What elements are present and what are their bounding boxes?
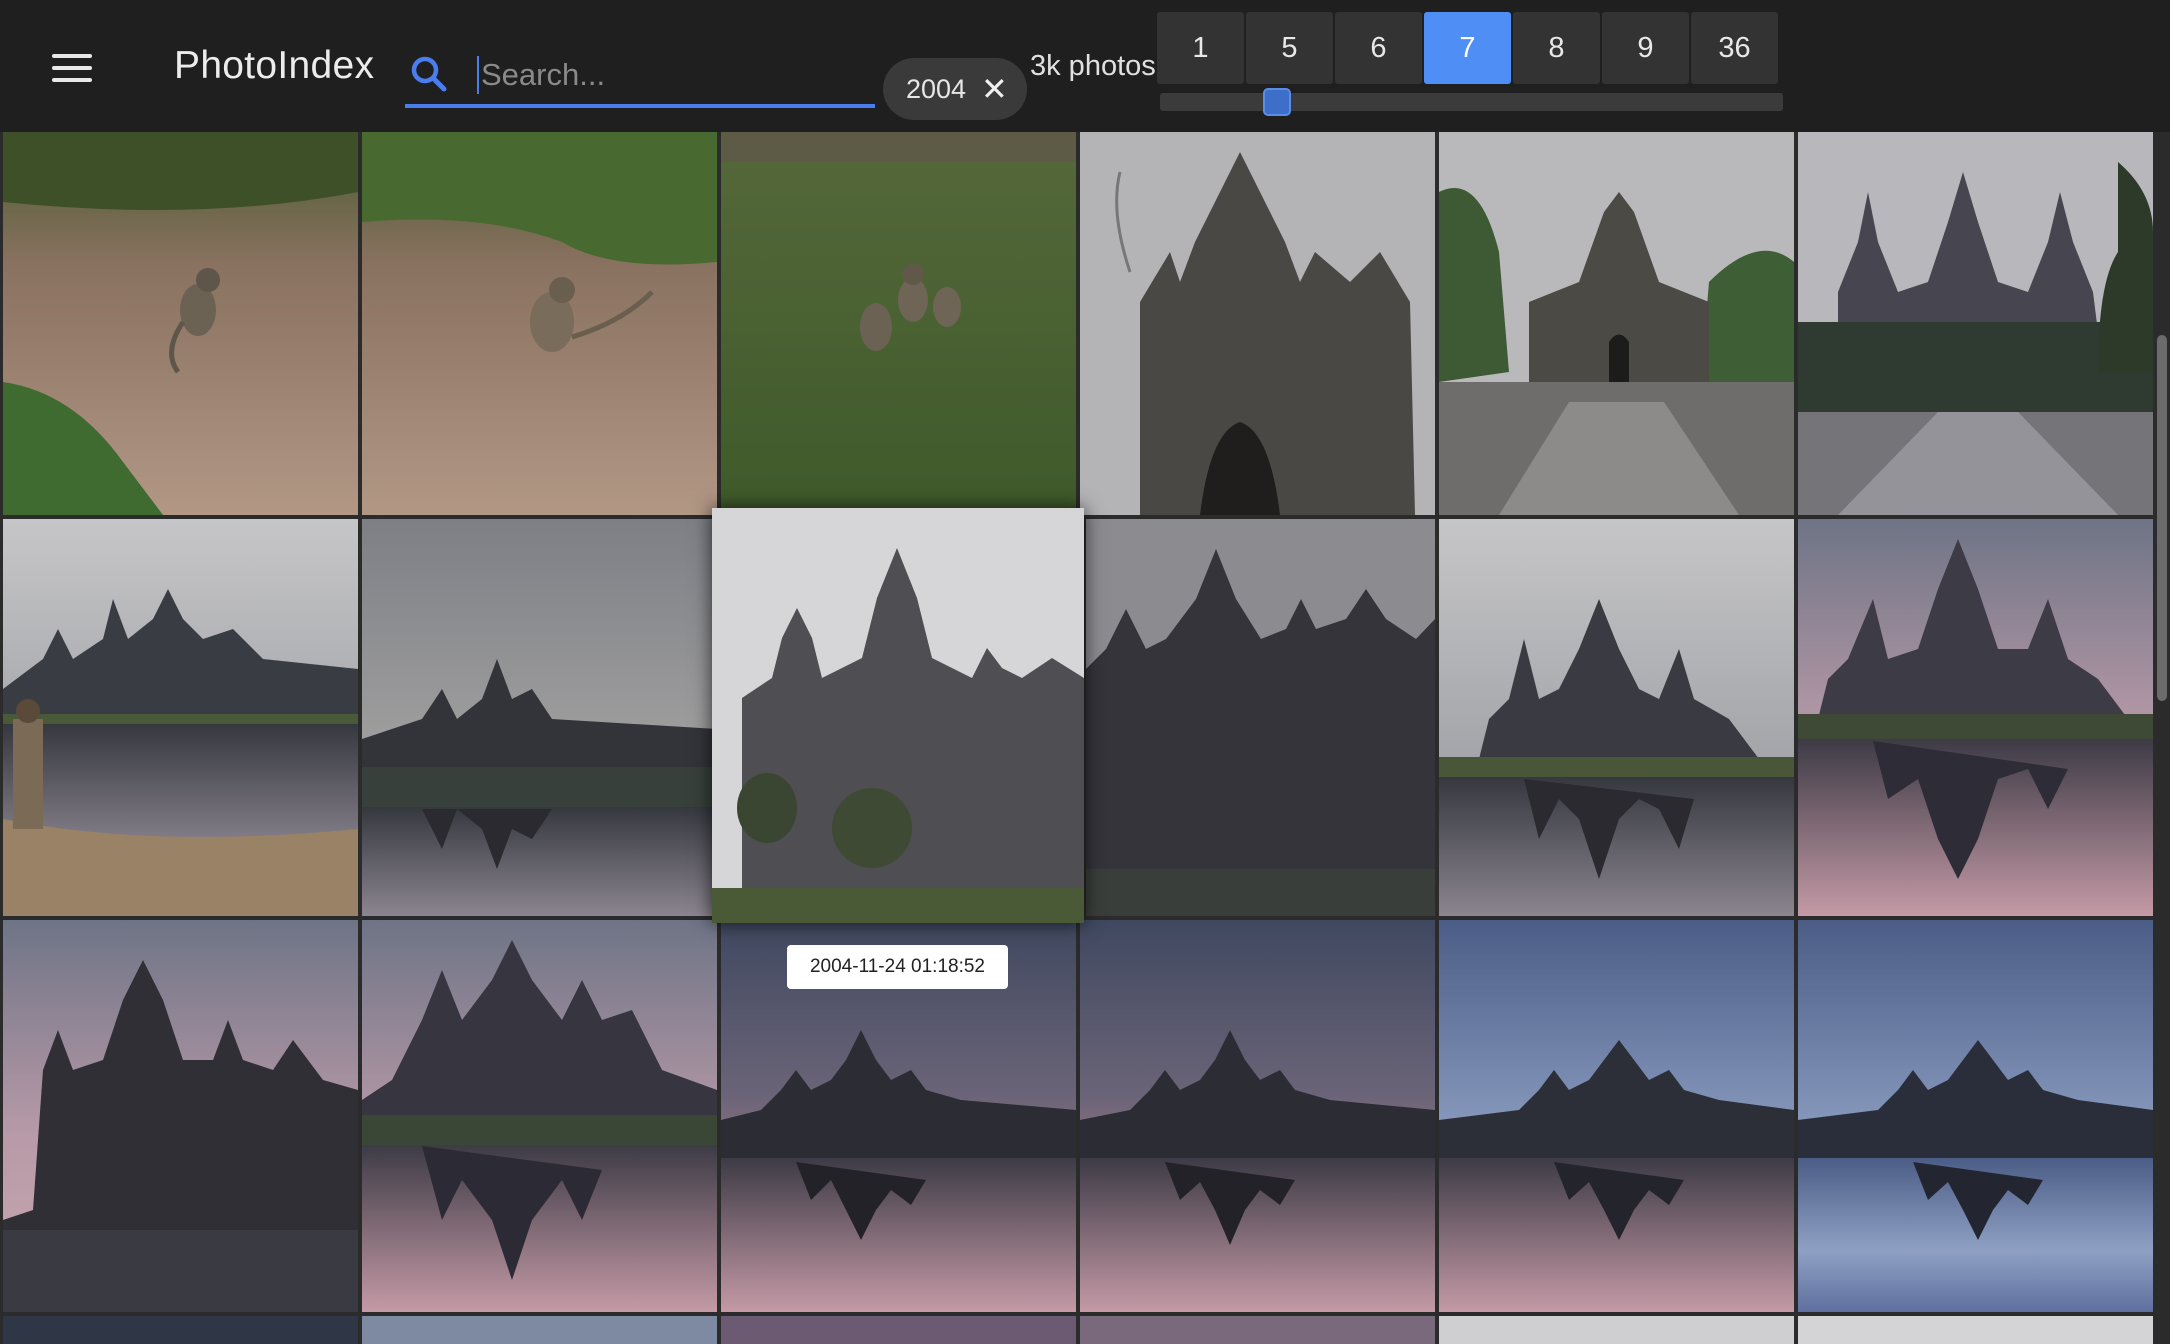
photo-thumbnail[interactable]	[1798, 920, 2153, 1312]
photo-thumbnail[interactable]	[1798, 1316, 2153, 1344]
photo-thumbnail[interactable]	[1798, 519, 2153, 916]
photo-thumbnail[interactable]	[3, 132, 358, 515]
scrollbar-thumb[interactable]	[2157, 335, 2167, 701]
photo-thumbnail[interactable]	[362, 1316, 717, 1344]
zoom-level-7-button[interactable]: 7	[1424, 12, 1511, 84]
zoom-level-36-button[interactable]: 36	[1691, 12, 1778, 84]
search-box[interactable]	[405, 48, 875, 108]
photo-person-pond	[3, 519, 358, 916]
photo-thumbnail[interactable]	[3, 519, 358, 916]
photo-count: 3k photos	[1030, 50, 1156, 82]
search-input[interactable]	[481, 54, 861, 96]
photo-thumbnail[interactable]	[1080, 132, 1435, 515]
photo-thumbnail[interactable]	[1798, 132, 2153, 515]
photo-temple-reflection-grey	[1439, 519, 1794, 916]
photo-thumbnail[interactable]	[3, 920, 358, 1312]
hamburger-menu-icon[interactable]	[52, 54, 92, 84]
photo-thumbnail[interactable]	[1439, 132, 1794, 515]
photo-temple-silhouette-pink	[3, 920, 358, 1312]
close-icon[interactable]: ✕	[981, 70, 1008, 108]
photo-temple-reflection-pink-water	[362, 920, 717, 1312]
photo-temple-reflection-dusk	[362, 519, 717, 916]
scrollbar-track[interactable]	[2154, 132, 2170, 1344]
year-filter-chip[interactable]: 2004 ✕	[883, 58, 1027, 120]
photo-thumbnail[interactable]	[1439, 920, 1794, 1312]
photo-thumbnail[interactable]	[1439, 1316, 1794, 1344]
photo-temple-reflection-pink	[1798, 519, 2153, 916]
photo-thumbnail[interactable]	[1080, 1316, 1435, 1344]
zoom-level-5-button[interactable]: 5	[1246, 12, 1333, 84]
photo-sunrise-blue-sky	[1439, 920, 1794, 1312]
zoom-slider-handle[interactable]	[1263, 88, 1291, 116]
photo-monkey-sitting	[362, 132, 717, 515]
photo-monkey-dirt	[3, 132, 358, 515]
photo-thumbnail[interactable]	[362, 920, 717, 1312]
photo-thumbnail-hovered[interactable]	[712, 508, 1084, 923]
photo-dark-temple-silhouette	[1086, 519, 1435, 916]
zoom-level-1-button[interactable]: 1	[1157, 12, 1244, 84]
photo-thumbnail[interactable]	[1080, 920, 1435, 1312]
photo-timestamp-tooltip: 2004-11-24 01:18:52	[787, 945, 1008, 989]
zoom-slider-track[interactable]	[1160, 93, 1783, 111]
photo-stone-face-tower	[1080, 132, 1435, 515]
photo-thumbnail[interactable]	[1086, 519, 1435, 916]
photo-thumbnail[interactable]	[721, 132, 1076, 515]
app-title: PhotoIndex	[174, 44, 375, 87]
photo-sunrise-palms	[1080, 920, 1435, 1312]
search-icon[interactable]	[409, 54, 449, 94]
photo-causeway	[1798, 132, 2153, 515]
photo-temple-towers-close	[712, 508, 1084, 923]
photo-thumbnail[interactable]	[721, 1316, 1076, 1344]
photo-thumbnail[interactable]	[362, 132, 717, 515]
filter-chip-label: 2004	[906, 74, 967, 104]
zoom-level-9-button[interactable]: 9	[1602, 12, 1689, 84]
zoom-level-8-button[interactable]: 8	[1513, 12, 1600, 84]
photo-monkeys-grass	[721, 132, 1076, 515]
photo-thumbnail[interactable]	[362, 519, 717, 916]
zoom-level-6-button[interactable]: 6	[1335, 12, 1422, 84]
photo-temple-gate	[1439, 132, 1794, 515]
photo-sunrise-blue-reflection	[1798, 920, 2153, 1312]
text-caret	[477, 56, 479, 94]
top-app-bar: PhotoIndex 2004 ✕ 3k photos 1 5 6 7 8 9 …	[0, 0, 2170, 132]
photo-thumbnail[interactable]	[3, 1316, 358, 1344]
photo-grid	[0, 132, 2158, 1344]
photo-thumbnail[interactable]	[1439, 519, 1794, 916]
